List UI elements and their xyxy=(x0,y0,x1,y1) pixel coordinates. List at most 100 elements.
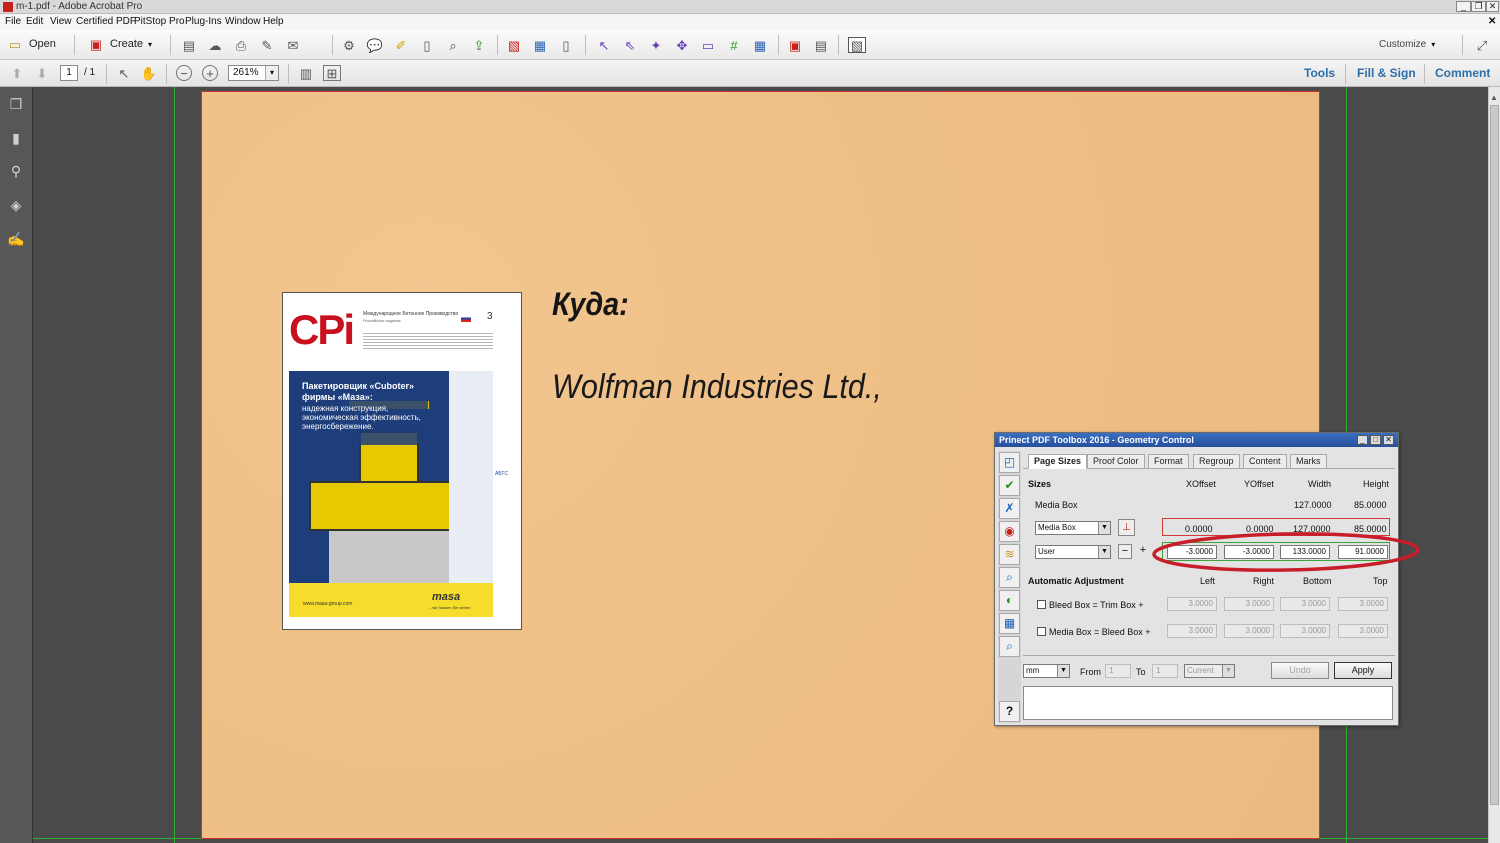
fit-width-icon[interactable]: ⊞ xyxy=(323,65,341,81)
doc-close-icon[interactable]: ✕ xyxy=(1488,16,1496,27)
media-box-checkbox[interactable] xyxy=(1037,627,1046,636)
open-button[interactable]: ▭ Open xyxy=(6,36,56,52)
bookmarks-icon[interactable]: ▮ xyxy=(6,128,26,148)
zoom-in-icon[interactable]: + xyxy=(202,65,218,81)
export-icon[interactable]: ⇪ xyxy=(470,37,488,53)
fullscreen-icon[interactable]: ⤢ xyxy=(1473,37,1491,53)
range-select[interactable]: Current ▼ xyxy=(1184,664,1235,678)
edit-icon[interactable]: ✎ xyxy=(258,37,276,53)
bleed-right-input[interactable]: 3.0000 xyxy=(1224,597,1274,611)
vertical-scrollbar[interactable]: ▲ xyxy=(1488,87,1500,843)
prev-page-icon[interactable]: ⬆ xyxy=(8,65,26,81)
signatures-icon[interactable]: ✍ xyxy=(6,229,26,249)
apply-button[interactable]: Apply xyxy=(1334,662,1392,679)
email-icon[interactable]: ✉ xyxy=(284,37,302,53)
menu-plug-ins[interactable]: Plug-Ins xyxy=(185,16,222,27)
menu-window[interactable]: Window xyxy=(225,16,261,27)
bleed-top-input[interactable]: 3.0000 xyxy=(1338,597,1388,611)
user-box-select[interactable]: User ▼ xyxy=(1035,545,1111,559)
restore-button[interactable]: ❐ xyxy=(1471,1,1486,12)
page-number-input[interactable]: 1 xyxy=(60,65,78,81)
comment-icon[interactable]: 💬 xyxy=(366,37,384,53)
layers-icon[interactable]: ≋ xyxy=(999,544,1020,565)
menu-pitstop-pro[interactable]: PitStop Pro xyxy=(134,16,185,27)
scrollbar-thumb[interactable] xyxy=(1490,105,1499,805)
route-icon[interactable]: ✗ xyxy=(999,498,1020,519)
navigator-icon[interactable]: ▤ xyxy=(812,37,830,53)
next-page-icon[interactable]: ⬇ xyxy=(33,65,51,81)
color-icon[interactable]: ◉ xyxy=(999,521,1020,542)
layers-icon[interactable]: ◈ xyxy=(6,195,26,215)
box-icon[interactable]: ▭ xyxy=(699,37,717,53)
menu-view[interactable]: View xyxy=(50,16,72,27)
unit-select[interactable]: mm ▼ xyxy=(1023,664,1070,678)
tab-proof-color[interactable]: Proof Color xyxy=(1087,454,1145,469)
geometry-control-icon[interactable]: ▧ xyxy=(848,37,866,53)
inspector-icon[interactable]: ▦ xyxy=(751,37,769,53)
pin-icon[interactable]: ✦ xyxy=(647,37,665,53)
highlight-icon[interactable]: ✐ xyxy=(392,37,410,53)
bleed-box-checkbox[interactable] xyxy=(1037,600,1046,609)
hand-tool-icon[interactable]: ✋ xyxy=(140,65,158,81)
dialog-close-button[interactable]: ✕ xyxy=(1383,435,1394,445)
help-button[interactable]: ? xyxy=(999,701,1020,722)
fill-sign-panel-button[interactable]: Fill & Sign xyxy=(1357,66,1416,80)
origin-icon[interactable]: ⊥ xyxy=(1118,519,1135,536)
select-multiple-icon[interactable]: ⇖ xyxy=(621,37,639,53)
tools-panel-button[interactable]: Tools xyxy=(1304,66,1335,80)
fit-page-icon[interactable]: ▥ xyxy=(297,65,315,81)
page-icon[interactable]: ▯ xyxy=(418,37,436,53)
save-icon[interactable]: ▤ xyxy=(180,37,198,53)
zoom-icon[interactable]: ⌕ xyxy=(999,636,1020,657)
media-top-input[interactable]: 3.0000 xyxy=(1338,624,1388,638)
tab-regroup[interactable]: Regroup xyxy=(1193,454,1240,469)
action-icon[interactable]: ▣ xyxy=(786,37,804,53)
box-type-select[interactable]: Media Box ▼ xyxy=(1035,521,1111,535)
tab-page-sizes[interactable]: Page Sizes xyxy=(1028,454,1088,469)
minimize-button[interactable]: _ xyxy=(1456,1,1471,12)
minus-icon[interactable]: − xyxy=(1118,544,1132,559)
enfocus-icon[interactable]: ▦ xyxy=(531,37,549,53)
move-icon[interactable]: ✥ xyxy=(673,37,691,53)
dialog-maximize-button[interactable]: □ xyxy=(1370,435,1381,445)
tab-format[interactable]: Format xyxy=(1148,454,1189,469)
attachments-icon[interactable]: ⚲ xyxy=(6,161,26,181)
media-bottom-input[interactable]: 3.0000 xyxy=(1280,624,1330,638)
check-icon[interactable]: ✔ xyxy=(999,475,1020,496)
media-left-input[interactable]: 3.0000 xyxy=(1167,624,1217,638)
comment-panel-button[interactable]: Comment xyxy=(1435,66,1490,80)
separation-icon[interactable]: ◐ xyxy=(999,590,1020,611)
dialog-minimize-button[interactable]: _ xyxy=(1357,435,1368,445)
to-input[interactable]: 1 xyxy=(1152,664,1178,678)
grid-icon[interactable]: ▦ xyxy=(999,613,1020,634)
upload-icon[interactable]: ☁ xyxy=(206,37,224,53)
menu-file[interactable]: File xyxy=(5,16,21,27)
settings-icon[interactable]: ⚙ xyxy=(340,37,358,53)
menu-edit[interactable]: Edit xyxy=(26,16,43,27)
create-button[interactable]: ▣ Create ▾ xyxy=(87,36,152,52)
select-tool-icon[interactable]: ↖ xyxy=(115,65,133,81)
preflight-icon[interactable]: ▧ xyxy=(505,37,523,53)
from-input[interactable]: 1 xyxy=(1105,664,1131,678)
media-right-input[interactable]: 3.0000 xyxy=(1224,624,1274,638)
zoom-select[interactable]: 261% ▾ xyxy=(228,65,279,81)
page-thumbnails-icon[interactable]: ❐ xyxy=(6,94,26,114)
menu-certified-pdf[interactable]: Certified PDF xyxy=(76,16,136,27)
tab-marks[interactable]: Marks xyxy=(1290,454,1327,469)
zoom-out-icon[interactable]: − xyxy=(176,65,192,81)
close-button[interactable]: ✕ xyxy=(1486,1,1499,12)
customize-button[interactable]: Customize ▾ xyxy=(1379,39,1435,50)
select-object-icon[interactable]: ↖ xyxy=(595,37,613,53)
undo-button[interactable]: Undo xyxy=(1271,662,1329,679)
tab-content[interactable]: Content xyxy=(1243,454,1287,469)
grid-icon[interactable]: # xyxy=(725,37,743,53)
bleed-left-input[interactable]: 3.0000 xyxy=(1167,597,1217,611)
bleed-bottom-input[interactable]: 3.0000 xyxy=(1280,597,1330,611)
scroll-up-icon[interactable]: ▲ xyxy=(1490,93,1498,102)
menu-help[interactable]: Help xyxy=(263,16,284,27)
geometry-icon[interactable]: ◰ xyxy=(999,452,1020,473)
document-icon[interactable]: ▯ xyxy=(557,37,575,53)
print-icon[interactable]: ⎙ xyxy=(232,37,250,53)
search-doc-icon[interactable]: ⌕ xyxy=(444,37,462,53)
inspect-icon[interactable]: ⌕ xyxy=(999,567,1020,588)
